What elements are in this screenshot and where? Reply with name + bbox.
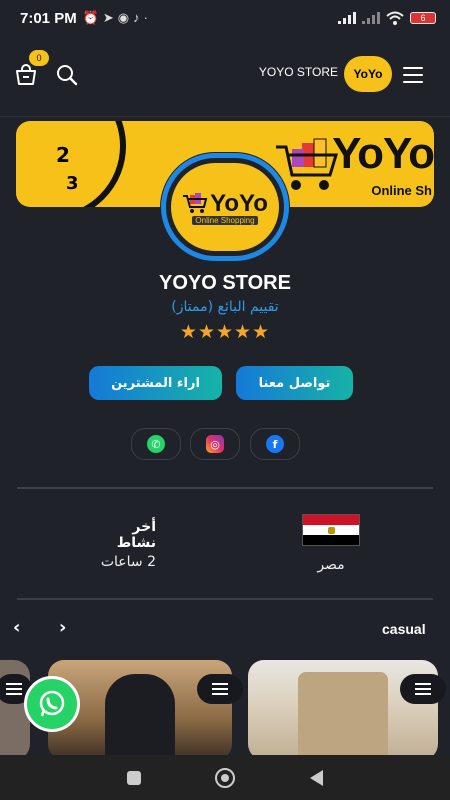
banner-brand-text: YoYo <box>332 129 434 178</box>
battery-icon: 6 <box>410 12 436 24</box>
product-menu-button[interactable] <box>400 674 446 704</box>
app-bar: 0 YOYO STORE YoYo <box>0 48 450 100</box>
recent-apps-icon[interactable] <box>127 770 142 785</box>
header-store-logo[interactable]: YoYo <box>344 56 392 92</box>
store-avatar: YoYo Online Shopping <box>160 152 290 262</box>
section-divider <box>17 598 433 600</box>
clock-digit: 2 <box>56 143 70 167</box>
carousel-next-button[interactable]: › <box>59 617 66 638</box>
instagram-icon: ◎ <box>206 435 224 453</box>
product-menu-button[interactable] <box>197 674 243 704</box>
section-divider <box>17 487 433 489</box>
whatsapp-icon: ✆ <box>147 435 165 453</box>
seller-rating-label: تقييم البائع (ممتاز) <box>171 299 279 315</box>
customer-reviews-button[interactable]: اراء المشترين <box>89 366 222 400</box>
facebook-icon: f <box>266 435 284 453</box>
cart-icon[interactable] <box>14 64 38 86</box>
avatar-logo-text: YoYo <box>210 189 268 217</box>
menu-icon[interactable] <box>403 67 423 83</box>
egypt-flag-icon <box>302 514 360 546</box>
system-nav-bar <box>0 755 450 800</box>
contact-us-button[interactable]: تواصل معنا <box>236 366 353 400</box>
signal-icon <box>338 12 356 24</box>
product-image <box>298 672 388 758</box>
status-notification-icons: ⏰ ➤ ◉ ♪ · <box>83 10 148 26</box>
wifi-icon <box>386 11 404 25</box>
whatsapp-icon: ◉ <box>117 10 130 25</box>
header-store-title: YOYO STORE <box>258 65 338 79</box>
status-system-icons: 6 <box>338 11 436 25</box>
instagram-link[interactable]: ◎ <box>190 428 240 460</box>
telegram-icon: ➤ <box>102 10 114 25</box>
signal-x-icon <box>362 12 380 24</box>
back-icon[interactable] <box>309 769 323 786</box>
header-divider <box>0 116 450 117</box>
whatsapp-link[interactable]: ✆ <box>131 428 181 460</box>
status-time: 7:01 PM <box>20 9 77 27</box>
status-bar: 7:01 PM ⏰ ➤ ◉ ♪ · 6 <box>0 0 450 36</box>
carousel-prev-button[interactable]: ‹ <box>13 617 20 638</box>
last-active-value: 2 ساعات <box>100 554 156 570</box>
banner-brand-subtitle: Online Sh <box>371 183 432 198</box>
product-image <box>105 674 175 760</box>
search-icon[interactable] <box>56 64 78 86</box>
store-country: مصر <box>317 557 345 573</box>
clock-graphic <box>16 121 126 207</box>
shopping-cart-icon <box>183 192 208 213</box>
section-title: casual <box>382 621 426 637</box>
whatsapp-icon <box>39 690 65 717</box>
store-name: YOYO STORE <box>159 272 291 294</box>
tiktok-icon: ♪ <box>133 10 140 25</box>
facebook-link[interactable]: f <box>250 428 300 460</box>
store-page: 7:01 PM ⏰ ➤ ◉ ♪ · 6 0 YOYO STORE YoYo 2 … <box>0 0 450 800</box>
whatsapp-chat-button[interactable] <box>24 676 80 732</box>
alarm-icon: ⏰ <box>82 10 99 25</box>
clock-digit: 3 <box>66 173 79 194</box>
avatar-logo-subtitle: Online Shopping <box>192 215 258 225</box>
home-icon[interactable] <box>215 767 236 788</box>
star-rating: ★★★★★ <box>179 321 271 343</box>
dot-icon: · <box>143 10 148 25</box>
last-active-label: أخر نشاط <box>116 519 156 551</box>
cart-count-badge: 0 <box>29 50 49 66</box>
